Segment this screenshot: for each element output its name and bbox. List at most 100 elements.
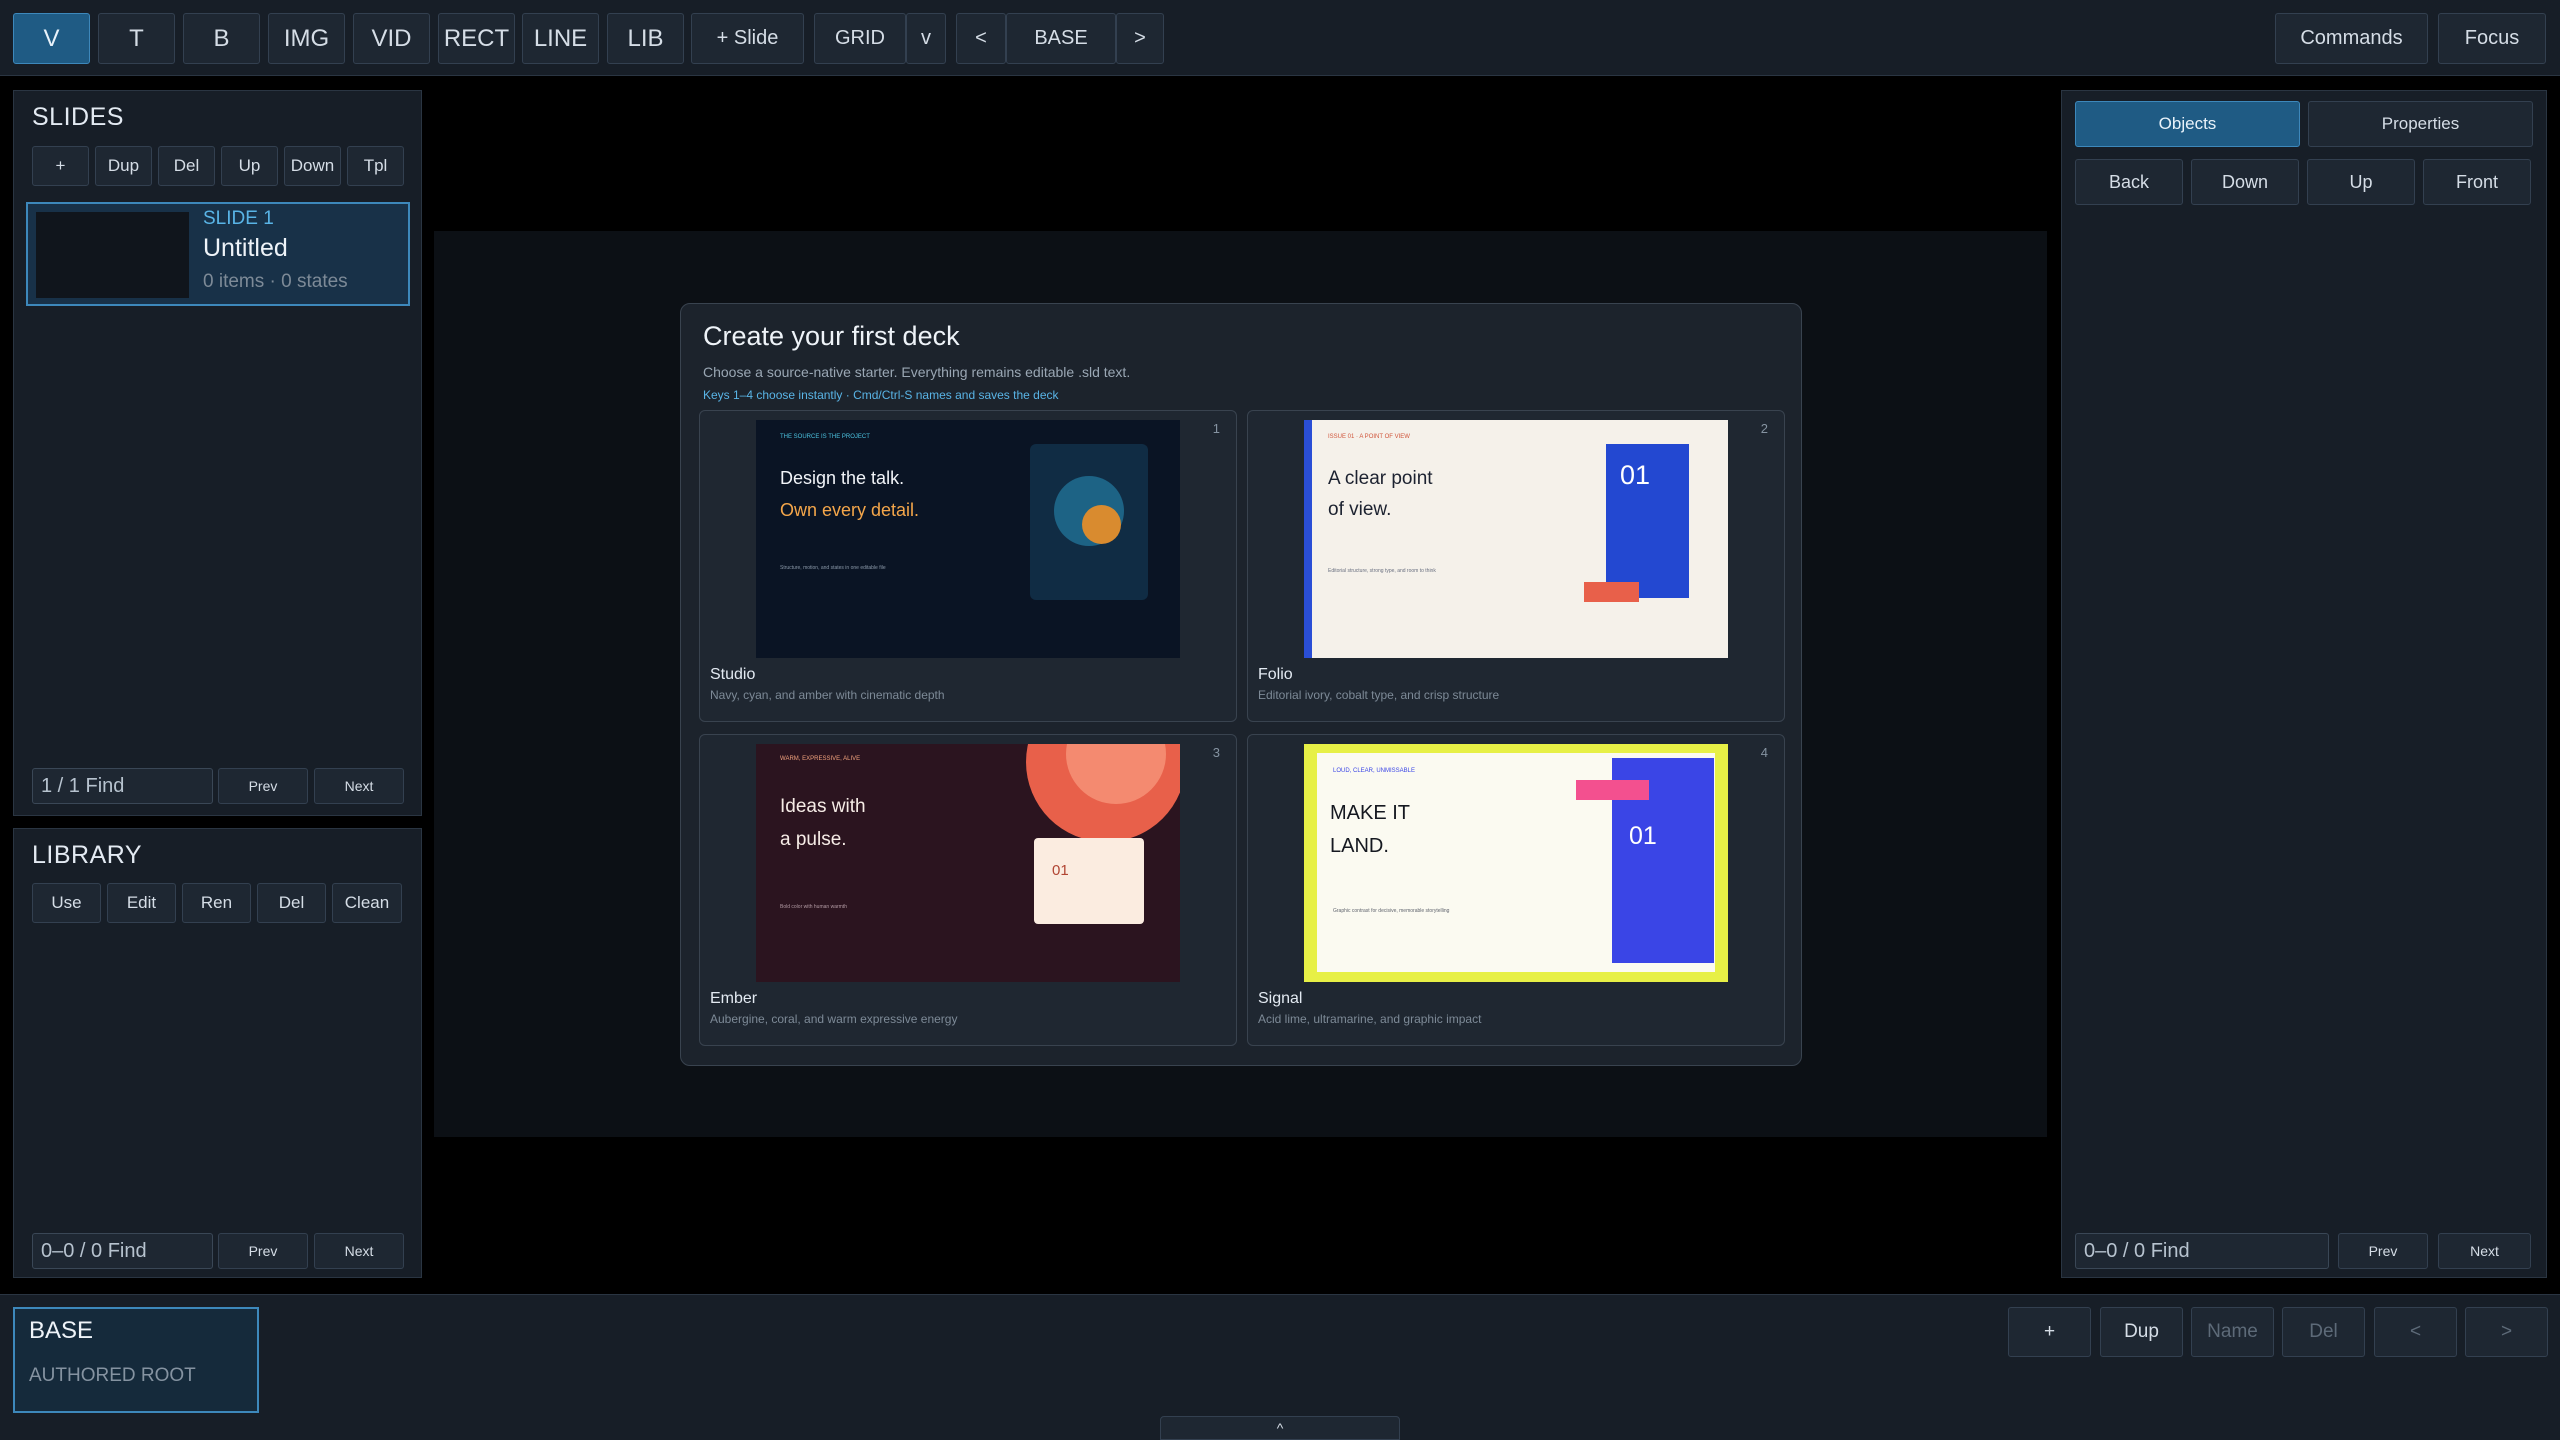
folio-kicker: ISSUE 01 · A POINT OF VIEW bbox=[1328, 434, 1410, 440]
tool-line-button[interactable]: LINE bbox=[522, 13, 599, 64]
tool-image-button[interactable]: IMG bbox=[268, 13, 345, 64]
signal-preview: 01 LOUD, CLEAR, UNMISSABLE MAKE IT LAND.… bbox=[1304, 744, 1728, 982]
folio-foot: Editorial structure, strong type, and ro… bbox=[1328, 568, 1436, 574]
slide-number-label: SLIDE 1 bbox=[203, 208, 274, 229]
objects-next-button[interactable]: Next bbox=[2438, 1233, 2531, 1269]
create-deck-dialog: Create your first deck Choose a source-n… bbox=[680, 303, 1802, 1066]
template-card-ember[interactable]: 3 WARM, EXPRESSIVE, ALIVE Ideas with a p… bbox=[699, 734, 1237, 1046]
delete-slide-button[interactable]: Del bbox=[158, 146, 215, 186]
template-description: Navy, cyan, and amber with cinematic dep… bbox=[710, 688, 945, 702]
signal-line1: MAKE IT bbox=[1330, 802, 1411, 824]
slide-meta: 0 items · 0 states bbox=[203, 271, 348, 292]
slides-panel: SLIDES + Dup Del Up Down Tpl SLIDE 1 Unt… bbox=[13, 90, 422, 816]
slides-actions: + Dup Del Up Down Tpl bbox=[32, 146, 412, 186]
library-clean-button[interactable]: Clean bbox=[332, 883, 402, 923]
ember-preview: WARM, EXPRESSIVE, ALIVE Ideas with a pul… bbox=[756, 744, 1180, 982]
template-name: Studio bbox=[710, 666, 756, 683]
focus-button[interactable]: Focus bbox=[2438, 13, 2546, 64]
add-state-button[interactable]: + bbox=[2008, 1307, 2091, 1357]
library-panel: LIBRARY Use Edit Ren Del Clean 0–0 / 0 F… bbox=[13, 828, 422, 1278]
prev-state-button[interactable]: < bbox=[956, 13, 1006, 64]
tool-rect-button[interactable]: RECT bbox=[438, 13, 515, 64]
studio-panel-shape bbox=[1030, 444, 1148, 600]
slides-panel-title: SLIDES bbox=[32, 103, 124, 131]
template-number: 2 bbox=[1760, 421, 1768, 436]
tab-objects[interactable]: Objects bbox=[2075, 101, 2300, 147]
signal-line2: LAND. bbox=[1330, 835, 1389, 857]
ember-badge: 01 bbox=[1052, 862, 1069, 879]
slides-next-button[interactable]: Next bbox=[314, 768, 404, 804]
move-state-right-button[interactable]: > bbox=[2465, 1307, 2548, 1357]
grid-button[interactable]: GRID bbox=[814, 13, 906, 64]
folio-accent-shape bbox=[1584, 582, 1639, 602]
next-state-button[interactable]: > bbox=[1116, 13, 1164, 64]
add-slide-button[interactable]: + Slide bbox=[691, 13, 804, 64]
template-description: Editorial ivory, cobalt type, and crisp … bbox=[1258, 688, 1500, 702]
library-prev-button[interactable]: Prev bbox=[218, 1233, 308, 1269]
slide-list-item[interactable]: SLIDE 1 Untitled 0 items · 0 states bbox=[26, 202, 410, 306]
states-bar: BASE AUTHORED ROOT + Dup Name Del < > ^ bbox=[0, 1294, 2560, 1440]
library-next-button[interactable]: Next bbox=[314, 1233, 404, 1269]
send-backward-button[interactable]: Down bbox=[2191, 159, 2299, 205]
bring-to-front-button[interactable]: Front bbox=[2423, 159, 2531, 205]
tool-select-button[interactable]: V bbox=[13, 13, 90, 64]
commands-button[interactable]: Commands bbox=[2275, 13, 2428, 64]
delete-state-button[interactable]: Del bbox=[2282, 1307, 2365, 1357]
template-description: Aubergine, coral, and warm expressive en… bbox=[710, 1012, 958, 1026]
tool-box-button[interactable]: B bbox=[183, 13, 260, 64]
duplicate-slide-button[interactable]: Dup bbox=[95, 146, 152, 186]
studio-kicker: THE SOURCE IS THE PROJECT bbox=[780, 434, 870, 440]
signal-accent-shape bbox=[1576, 780, 1649, 800]
collapse-bar-button[interactable]: ^ bbox=[1160, 1416, 1400, 1440]
tool-video-button[interactable]: VID bbox=[353, 13, 430, 64]
template-description: Acid lime, ultramarine, and graphic impa… bbox=[1258, 1012, 1482, 1026]
dialog-subtitle: Choose a source-native starter. Everythi… bbox=[703, 364, 1131, 380]
signal-kicker: LOUD, CLEAR, UNMISSABLE bbox=[1333, 768, 1416, 774]
signal-badge: 01 bbox=[1629, 822, 1657, 850]
move-slide-up-button[interactable]: Up bbox=[221, 146, 278, 186]
template-card-signal[interactable]: 4 01 LOUD, CLEAR, UNMISSABLE MAKE IT LAN… bbox=[1247, 734, 1785, 1046]
folio-side-bar bbox=[1304, 420, 1312, 658]
folio-block-shape: 01 bbox=[1606, 444, 1689, 598]
state-subtitle: AUTHORED ROOT bbox=[29, 1365, 196, 1386]
rename-state-button[interactable]: Name bbox=[2191, 1307, 2274, 1357]
send-to-back-button[interactable]: Back bbox=[2075, 159, 2183, 205]
move-state-left-button[interactable]: < bbox=[2374, 1307, 2457, 1357]
move-slide-down-button[interactable]: Down bbox=[284, 146, 341, 186]
library-panel-title: LIBRARY bbox=[32, 841, 143, 869]
library-edit-button[interactable]: Edit bbox=[107, 883, 176, 923]
template-number: 4 bbox=[1760, 745, 1768, 760]
tool-text-button[interactable]: T bbox=[98, 13, 175, 64]
folio-line1: A clear point bbox=[1328, 468, 1433, 489]
state-base-item[interactable]: BASE AUTHORED ROOT bbox=[13, 1307, 259, 1413]
duplicate-state-button[interactable]: Dup bbox=[2100, 1307, 2183, 1357]
library-use-button[interactable]: Use bbox=[32, 883, 101, 923]
library-find-input[interactable]: 0–0 / 0 Find bbox=[32, 1233, 213, 1269]
studio-foot: Structure, motion, and states in one edi… bbox=[780, 565, 886, 571]
slide-title: Untitled bbox=[203, 234, 288, 262]
template-name: Signal bbox=[1258, 990, 1303, 1007]
tab-properties[interactable]: Properties bbox=[2308, 101, 2533, 147]
state-name-button[interactable]: BASE bbox=[1006, 13, 1116, 64]
top-toolbar: V T B IMG VID RECT LINE LIB + Slide GRID… bbox=[0, 0, 2560, 76]
objects-prev-button[interactable]: Prev bbox=[2338, 1233, 2428, 1269]
slide-template-button[interactable]: Tpl bbox=[347, 146, 404, 186]
bring-forward-button[interactable]: Up bbox=[2307, 159, 2415, 205]
ember-kicker: WARM, EXPRESSIVE, ALIVE bbox=[780, 756, 861, 762]
studio-preview: THE SOURCE IS THE PROJECT Design the tal… bbox=[756, 420, 1180, 658]
slides-find-input[interactable]: 1 / 1 Find bbox=[32, 768, 213, 804]
template-card-studio[interactable]: 1 THE SOURCE IS THE PROJECT Design the t… bbox=[699, 410, 1237, 722]
library-actions: Use Edit Ren Del Clean bbox=[32, 883, 412, 923]
library-delete-button[interactable]: Del bbox=[257, 883, 326, 923]
ember-line2: a pulse. bbox=[780, 829, 847, 850]
template-card-folio[interactable]: 2 ISSUE 01 · A POINT OF VIEW A clear poi… bbox=[1247, 410, 1785, 722]
grid-dropdown-button[interactable]: v bbox=[906, 13, 946, 64]
objects-find-input[interactable]: 0–0 / 0 Find bbox=[2075, 1233, 2329, 1269]
library-rename-button[interactable]: Ren bbox=[182, 883, 251, 923]
template-name: Folio bbox=[1258, 666, 1293, 683]
studio-line2: Own every detail. bbox=[780, 500, 920, 520]
add-slide-small-button[interactable]: + bbox=[32, 146, 89, 186]
slides-prev-button[interactable]: Prev bbox=[218, 768, 308, 804]
tool-library-button[interactable]: LIB bbox=[607, 13, 684, 64]
studio-dot-shape bbox=[1082, 505, 1121, 544]
